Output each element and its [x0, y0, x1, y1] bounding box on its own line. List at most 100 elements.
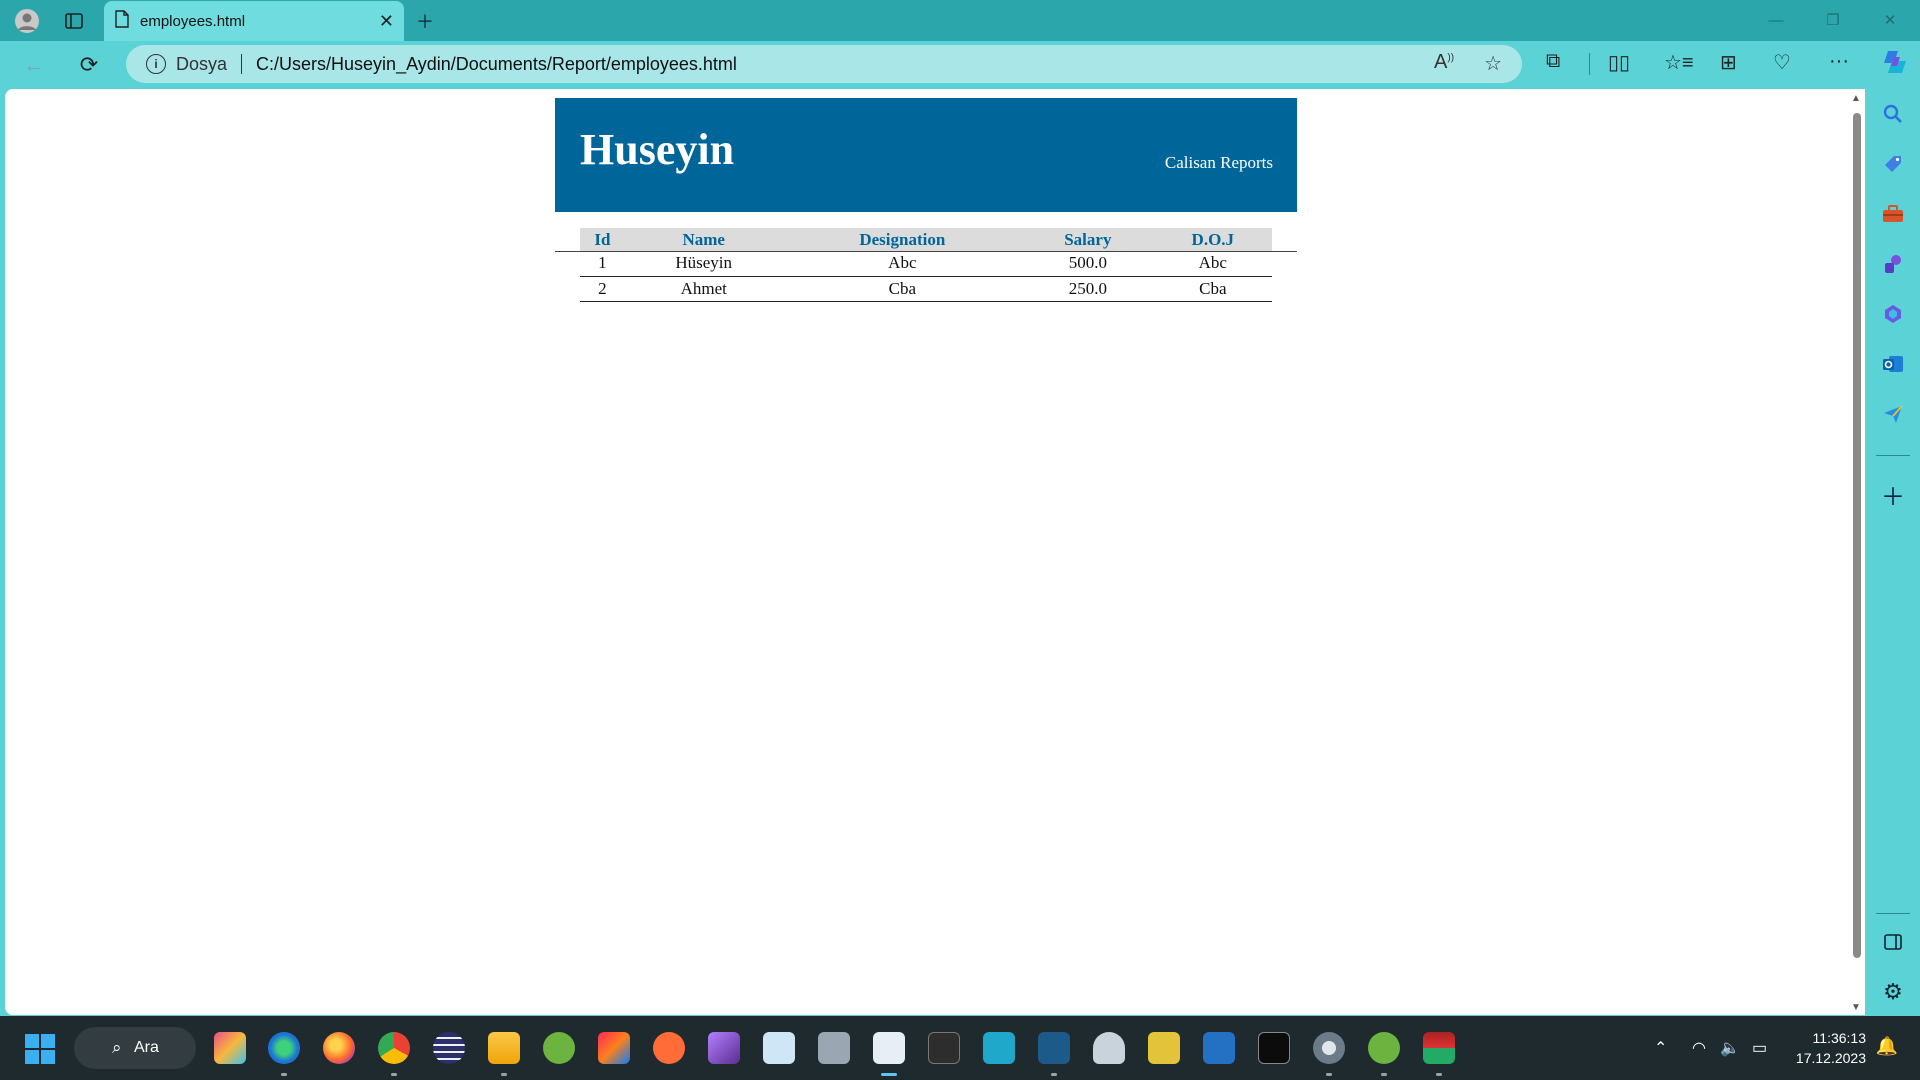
new-tab-icon[interactable]: ＋ — [408, 4, 442, 38]
browser-titlebar: employees.html ✕ ＋ — ❐ ✕ — [0, 0, 1920, 41]
address-bar[interactable]: i Dosya C:/Users/Huseyin_Aydin/Documents… — [126, 45, 1522, 83]
edge-dev-app-icon[interactable] — [268, 1032, 300, 1076]
cell-salary: 250.0 — [1022, 276, 1154, 302]
notifications-bell-icon[interactable]: 🔔 — [1876, 1036, 1898, 1057]
postman-app-icon[interactable] — [653, 1032, 685, 1064]
sidebar-search-icon[interactable] — [1878, 99, 1908, 129]
database-app-icon[interactable] — [1093, 1032, 1125, 1064]
column-header-name: Name — [624, 228, 783, 251]
tools-app-icon[interactable] — [1148, 1032, 1180, 1064]
winrar-app-icon[interactable] — [1423, 1032, 1455, 1076]
info-icon[interactable]: i — [146, 54, 166, 74]
remote-desktop-app-icon[interactable] — [983, 1032, 1015, 1064]
sidebar-hide-panel-icon[interactable] — [1878, 927, 1908, 957]
table-header-row: Id Name Designation Salary D.O.J — [580, 228, 1272, 251]
snipping-tool-app-icon[interactable] — [873, 1032, 905, 1076]
url-text[interactable]: C:/Users/Huseyin_Aydin/Documents/Report/… — [256, 54, 737, 75]
command-prompt-app-icon[interactable] — [1258, 1032, 1290, 1064]
terminal-app-icon[interactable] — [928, 1032, 960, 1064]
cell-id: 2 — [580, 276, 625, 302]
scroll-up-arrow-icon[interactable]: ▲ — [1851, 93, 1861, 104]
split-screen-icon[interactable]: ▯▯ — [1608, 50, 1630, 75]
cell-name: Ahmet — [624, 276, 783, 302]
site-scheme-label: Dosya — [176, 53, 228, 74]
restore-icon[interactable]: ❐ — [1805, 0, 1861, 40]
sidebar-divider — [1876, 455, 1910, 456]
minimize-icon[interactable]: — — [1748, 0, 1804, 40]
visual-studio-app-icon[interactable] — [708, 1032, 740, 1064]
sidebar-shopping-icon[interactable] — [1878, 149, 1908, 179]
cell-salary: 500.0 — [1022, 251, 1154, 277]
sidebar-outlook-icon[interactable] — [1878, 349, 1908, 379]
table-row: 1 Hüseyin Abc 500.0 Abc — [580, 251, 1272, 277]
taskbar-search[interactable]: ⌕ Ara — [74, 1027, 196, 1069]
spring-tool-suite-app-icon[interactable] — [543, 1032, 575, 1064]
tab-employees[interactable]: employees.html ✕ — [104, 1, 404, 41]
taskbar-clock[interactable]: 11:36:13 17.12.2023 — [1796, 1028, 1866, 1068]
clock-date: 17.12.2023 — [1795, 1050, 1866, 1066]
volume-icon[interactable]: 🔈 — [1720, 1038, 1740, 1058]
search-icon: ⌕ — [112, 1038, 122, 1057]
cell-name: Hüseyin — [624, 251, 783, 277]
scrollbar-thumb[interactable] — [1853, 113, 1861, 958]
page-viewport: Huseyin Calisan Reports Id Name Designat… — [5, 89, 1865, 1015]
omnibox-divider — [241, 54, 243, 74]
edge-sidebar: ＋ ⚙ — [1866, 41, 1920, 1015]
intellij-app-icon[interactable] — [598, 1032, 630, 1064]
sidebar-tools-icon[interactable] — [1878, 199, 1908, 229]
mysql-workbench-app-icon[interactable] — [1038, 1032, 1070, 1076]
tab-title: employees.html — [140, 12, 246, 30]
powershell-app-icon[interactable] — [1203, 1032, 1235, 1064]
wifi-icon[interactable]: ◠ — [1692, 1038, 1706, 1058]
windows-taskbar: ⌕ Ara ⌃ ◠ 🔈 ▭ 11:36:13 17.12.2023 🔔 — [0, 1016, 1920, 1080]
office-pre-app-icon[interactable] — [214, 1032, 246, 1064]
firefox-app-icon[interactable] — [323, 1032, 355, 1064]
report-header: Huseyin Calisan Reports — [555, 98, 1297, 212]
cell-doj: Abc — [1153, 251, 1272, 277]
cell-doj: Cba — [1153, 276, 1272, 302]
sidebar-send-icon[interactable] — [1878, 399, 1908, 429]
extensions-icon[interactable]: ⧉ — [1546, 50, 1560, 73]
sidebar-settings-gear-icon[interactable]: ⚙ — [1878, 977, 1908, 1007]
windows-start-icon[interactable] — [25, 1034, 55, 1064]
scroll-down-arrow-icon[interactable]: ▼ — [1851, 1002, 1861, 1013]
clock-time: 11:36:13 — [1812, 1030, 1866, 1046]
performance-monitor-app-icon[interactable] — [763, 1032, 795, 1064]
cell-designation: Abc — [782, 251, 1023, 277]
close-tab-icon[interactable]: ✕ — [379, 11, 394, 32]
favorites-icon[interactable]: ☆≡ — [1664, 50, 1694, 75]
sidebar-microsoft365-icon[interactable] — [1878, 299, 1908, 329]
report-subtitle: Calisan Reports — [1164, 153, 1273, 172]
chrome-app-icon[interactable] — [378, 1032, 410, 1076]
close-window-icon[interactable]: ✕ — [1862, 0, 1918, 40]
sidebar-games-icon[interactable] — [1878, 249, 1908, 279]
vertical-scrollbar[interactable]: ▲ ▼ — [1847, 89, 1865, 1015]
show-hidden-icons-chevron-icon[interactable]: ⌃ — [1654, 1038, 1667, 1058]
battery-icon[interactable]: ▭ — [1752, 1038, 1767, 1058]
calculator-app-icon[interactable] — [818, 1032, 850, 1064]
profile-avatar-icon[interactable] — [10, 4, 44, 38]
eclipse-app-icon[interactable] — [433, 1032, 465, 1064]
back-arrow-icon[interactable]: ← — [16, 48, 52, 82]
more-menu-icon[interactable]: ··· — [1829, 50, 1849, 73]
column-header-doj: D.O.J — [1153, 228, 1272, 251]
favorite-star-icon[interactable]: ☆ — [1484, 51, 1502, 76]
read-aloud-icon[interactable]: A)) — [1434, 51, 1454, 76]
collections-icon[interactable]: ⊞ — [1720, 50, 1737, 75]
cell-designation: Cba — [782, 276, 1023, 302]
taskbar-search-label: Ara — [134, 1039, 159, 1056]
tab-actions-icon[interactable] — [57, 4, 91, 38]
file-explorer-app-icon[interactable] — [488, 1032, 520, 1076]
refresh-icon[interactable]: ⟳ — [71, 48, 107, 82]
column-header-designation: Designation — [782, 228, 1023, 251]
page-icon — [114, 9, 130, 33]
column-header-id: Id — [580, 228, 625, 251]
spring-boot-app-icon[interactable] — [1368, 1032, 1400, 1076]
sidebar-add-icon[interactable]: ＋ — [1878, 479, 1908, 511]
employee-report: Huseyin Calisan Reports Id Name Designat… — [555, 98, 1297, 302]
toolbar-divider — [1589, 53, 1590, 75]
column-header-salary: Salary — [1022, 228, 1154, 251]
browser-essentials-icon[interactable]: ♡ — [1773, 50, 1791, 75]
settings-app-icon[interactable] — [1313, 1032, 1345, 1076]
table-row: 2 Ahmet Cba 250.0 Cba — [580, 276, 1272, 302]
